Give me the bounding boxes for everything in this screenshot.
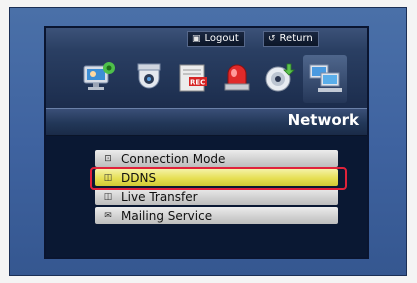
- section-header-band: Network: [46, 108, 367, 136]
- return-button[interactable]: ↺ Return: [263, 31, 319, 47]
- logout-label: Logout: [204, 33, 239, 44]
- live-transfer-icon: ◫: [103, 191, 113, 202]
- network-menu: ⊡ Connection Mode ◫ DDNS ◫ Live Transfer…: [95, 150, 338, 226]
- connection-icon: ⊡: [104, 153, 112, 164]
- return-icon: ↺: [268, 34, 276, 44]
- record-icon[interactable]: REC: [174, 58, 212, 98]
- mail-icon: ✉: [104, 210, 112, 221]
- menu-item-label: Connection Mode: [121, 151, 226, 166]
- menu-item-mailing-service[interactable]: ✉ Mailing Service: [95, 207, 338, 224]
- menu-item-connection-mode[interactable]: ⊡ Connection Mode: [95, 150, 338, 167]
- logout-button[interactable]: ▣ Logout: [187, 31, 245, 47]
- event-alarm-icon[interactable]: [218, 58, 256, 98]
- system-setup-icon[interactable]: [80, 58, 118, 98]
- page-title: Network: [287, 111, 359, 129]
- ddns-icon: ◫: [103, 172, 113, 183]
- top-bar: ▣ Logout ↺ Return: [46, 28, 367, 50]
- monitor-frame: ▣ Logout ↺ Return REC Network ⊡ Connecti…: [0, 0, 417, 283]
- menu-item-label: Live Transfer: [121, 189, 198, 204]
- network-icon[interactable]: [303, 55, 347, 103]
- logout-icon: ▣: [192, 34, 201, 44]
- menu-item-ddns[interactable]: ◫ DDNS: [95, 169, 338, 186]
- return-label: Return: [279, 33, 313, 44]
- menu-item-label: DDNS: [121, 170, 157, 185]
- camera-icon[interactable]: [130, 58, 168, 98]
- svg-text:REC: REC: [190, 79, 205, 87]
- menu-item-live-transfer[interactable]: ◫ Live Transfer: [95, 188, 338, 205]
- menu-item-label: Mailing Service: [121, 208, 213, 223]
- backup-disc-icon[interactable]: [261, 58, 299, 98]
